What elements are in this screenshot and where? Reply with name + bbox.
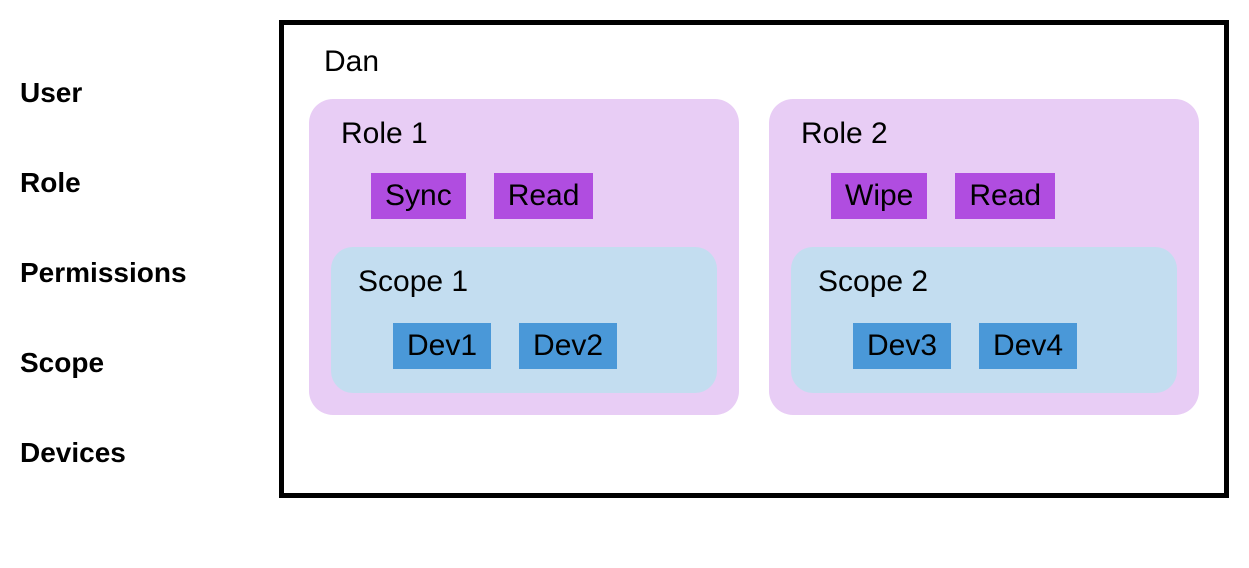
permissions-row: Wipe Read bbox=[831, 173, 1177, 219]
device-tag: Dev2 bbox=[519, 323, 617, 369]
scope-title: Scope 2 bbox=[818, 265, 1155, 299]
roles-row: Role 1 Sync Read Scope 1 Dev1 Dev2 Role … bbox=[309, 99, 1199, 415]
device-tag: Dev1 bbox=[393, 323, 491, 369]
diagram-container: User Role Permissions Scope Devices Dan … bbox=[20, 20, 1229, 498]
permission-tag: Sync bbox=[371, 173, 466, 219]
devices-row: Dev3 Dev4 bbox=[853, 323, 1155, 369]
user-detail-box: Dan Role 1 Sync Read Scope 1 Dev1 Dev2 R… bbox=[279, 20, 1229, 498]
permission-tag: Wipe bbox=[831, 173, 927, 219]
device-tag: Dev4 bbox=[979, 323, 1077, 369]
permissions-row: Sync Read bbox=[371, 173, 717, 219]
scope-box: Scope 2 Dev3 Dev4 bbox=[791, 247, 1177, 393]
role-title: Role 2 bbox=[801, 117, 1177, 151]
label-devices: Devices bbox=[20, 408, 249, 498]
devices-row: Dev1 Dev2 bbox=[393, 323, 695, 369]
permission-tag: Read bbox=[494, 173, 594, 219]
device-tag: Dev3 bbox=[853, 323, 951, 369]
role-box-2: Role 2 Wipe Read Scope 2 Dev3 Dev4 bbox=[769, 99, 1199, 415]
scope-title: Scope 1 bbox=[358, 265, 695, 299]
label-permissions: Permissions bbox=[20, 228, 249, 318]
user-name: Dan bbox=[324, 45, 1199, 79]
permission-tag: Read bbox=[955, 173, 1055, 219]
role-title: Role 1 bbox=[341, 117, 717, 151]
label-role: Role bbox=[20, 138, 249, 228]
role-box-1: Role 1 Sync Read Scope 1 Dev1 Dev2 bbox=[309, 99, 739, 415]
row-labels-column: User Role Permissions Scope Devices bbox=[20, 20, 249, 498]
scope-box: Scope 1 Dev1 Dev2 bbox=[331, 247, 717, 393]
label-scope: Scope bbox=[20, 318, 249, 408]
label-user: User bbox=[20, 48, 249, 138]
